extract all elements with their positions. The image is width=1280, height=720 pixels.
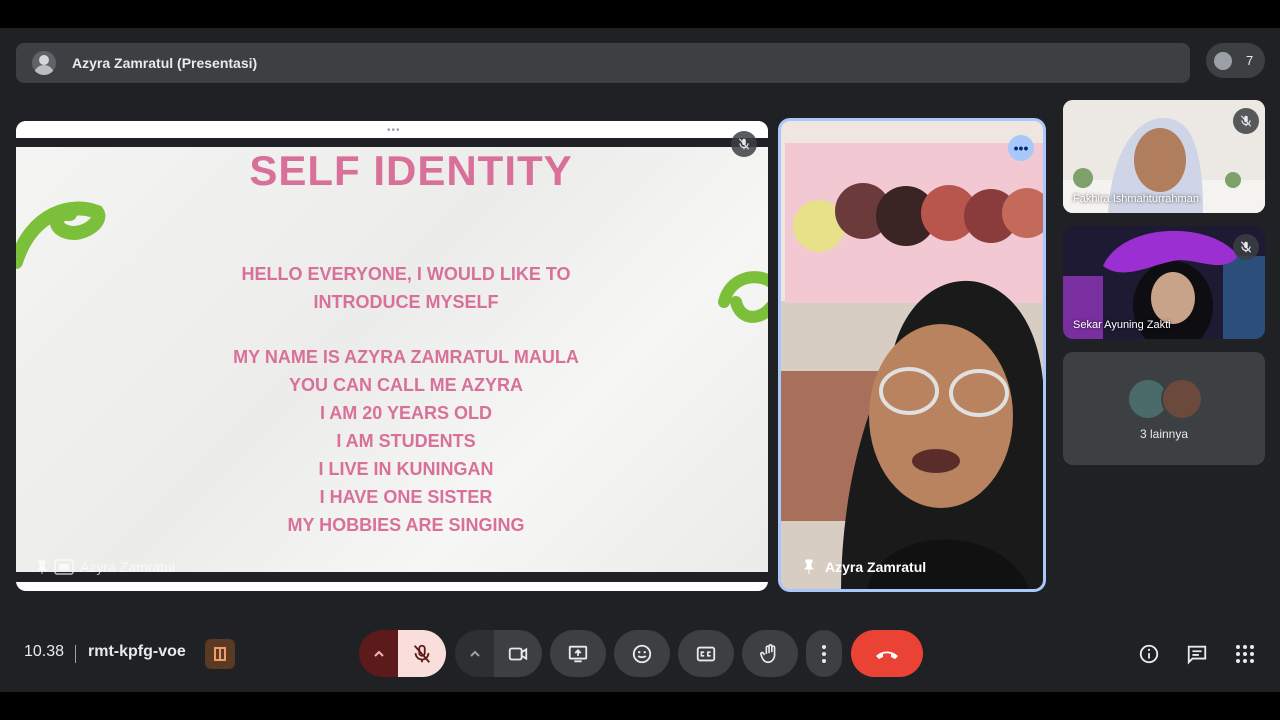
chevron-up-icon [470, 650, 480, 657]
raise-hand-button[interactable] [742, 630, 798, 677]
presentation-banner[interactable]: Azyra Zamratul (Presentasi) [16, 43, 1190, 83]
green-swirl-decoration [16, 201, 106, 269]
shared-screen-tile[interactable]: ••• SELF IDENTITY HELLO EVERYONE, I WOUL… [16, 121, 768, 591]
green-swirl-decoration [718, 271, 768, 323]
emoji-icon [632, 644, 652, 663]
mic-toggle-button[interactable] [398, 630, 446, 677]
chevron-up-icon [374, 650, 384, 657]
apps-grid-icon [1236, 645, 1254, 663]
mic-options-button[interactable] [359, 630, 399, 677]
present-icon [568, 645, 588, 662]
slide-text-line: I HAVE ONE SISTER [319, 487, 493, 507]
leave-call-button[interactable] [851, 630, 923, 677]
others-label: 3 lainnya [1139, 427, 1189, 441]
speaker-label: Azyra Zamratul [803, 559, 926, 575]
info-icon [1139, 644, 1159, 664]
others-avatars [1127, 378, 1203, 420]
present-button[interactable] [550, 630, 606, 677]
slide-text-line: MY NAME IS AZYRA ZAMRATUL MAULA [233, 347, 579, 367]
activities-button[interactable] [1231, 640, 1259, 668]
participant-count: 7 [1246, 53, 1254, 68]
camera-toggle-button[interactable] [494, 630, 542, 677]
screen-owner-label: Azyra Zamratul [36, 559, 175, 575]
speaker-name: Azyra Zamratul [825, 559, 927, 575]
slide-text-line: I AM STUDENTS [336, 431, 476, 451]
meeting-code: rmt-kpfg-voe [88, 643, 186, 660]
host-controls-icon[interactable] [205, 639, 235, 669]
meeting-info-button[interactable] [1135, 640, 1163, 668]
screen-divider [16, 138, 768, 147]
more-options-button[interactable] [806, 630, 842, 677]
mic-off-icon [731, 131, 757, 157]
speaker-video-tile[interactable]: ••• Azyra Zamratul [778, 118, 1046, 592]
slide-text-line: I AM 20 YEARS OLD [319, 403, 493, 423]
camera-icon [508, 647, 528, 660]
meeting-time: 10.38 [24, 643, 65, 660]
slide-text-line: YOU CAN CALL ME AZYRA [289, 375, 523, 395]
participants-button[interactable]: 7 [1206, 43, 1265, 78]
participant-mini-avatar [1214, 51, 1232, 70]
mic-off-icon [1233, 108, 1259, 134]
screen-share-icon [54, 559, 74, 575]
participant-tile[interactable]: Sekar Ayuning Zakti [1063, 226, 1265, 339]
raise-hand-icon [760, 643, 776, 663]
mic-off-icon [1233, 234, 1259, 260]
more-options-button[interactable]: ••• [1008, 135, 1034, 161]
slide-text-line: MY HOBBIES ARE SINGING [287, 515, 525, 535]
call-end-icon [876, 651, 898, 659]
divider [75, 645, 76, 663]
drag-handle-icon[interactable]: ••• [387, 125, 401, 136]
presenter-avatar [32, 51, 56, 75]
slide-intro-line: INTRODUCE MYSELF [313, 292, 499, 312]
presentation-title: Azyra Zamratul (Presentasi) [72, 55, 258, 71]
speaker-video [781, 121, 1043, 589]
mic-off-icon [413, 644, 431, 663]
pin-icon[interactable] [803, 559, 815, 575]
slide-title: SELF IDENTITY [249, 147, 573, 194]
chat-button[interactable] [1183, 640, 1211, 668]
slide-intro-line: HELLO EVERYONE, I WOULD LIKE TO [241, 264, 571, 284]
chat-icon [1187, 645, 1207, 665]
slide-text-line: I LIVE IN KUNINGAN [318, 459, 494, 479]
emoji-button[interactable] [614, 630, 670, 677]
presentation-slide: SELF IDENTITY HELLO EVERYONE, I WOULD LI… [16, 147, 768, 572]
screen-owner-name: Azyra Zamratul [80, 559, 175, 575]
meet-window: Azyra Zamratul (Presentasi) 7 ••• SELF I… [0, 28, 1280, 692]
participant-tile[interactable]: Fakhira Ishmahturrahman [1063, 100, 1265, 213]
pin-icon[interactable] [36, 560, 48, 574]
camera-options-button[interactable] [455, 630, 495, 677]
captions-button[interactable] [678, 630, 734, 677]
more-vert-icon [822, 644, 826, 663]
participant-name: Fakhira Ishmahturrahman [1073, 193, 1199, 205]
captions-icon [696, 646, 716, 661]
participant-name: Sekar Ayuning Zakti [1073, 319, 1171, 331]
avatar [1161, 378, 1203, 420]
others-tile[interactable]: 3 lainnya [1063, 352, 1265, 465]
